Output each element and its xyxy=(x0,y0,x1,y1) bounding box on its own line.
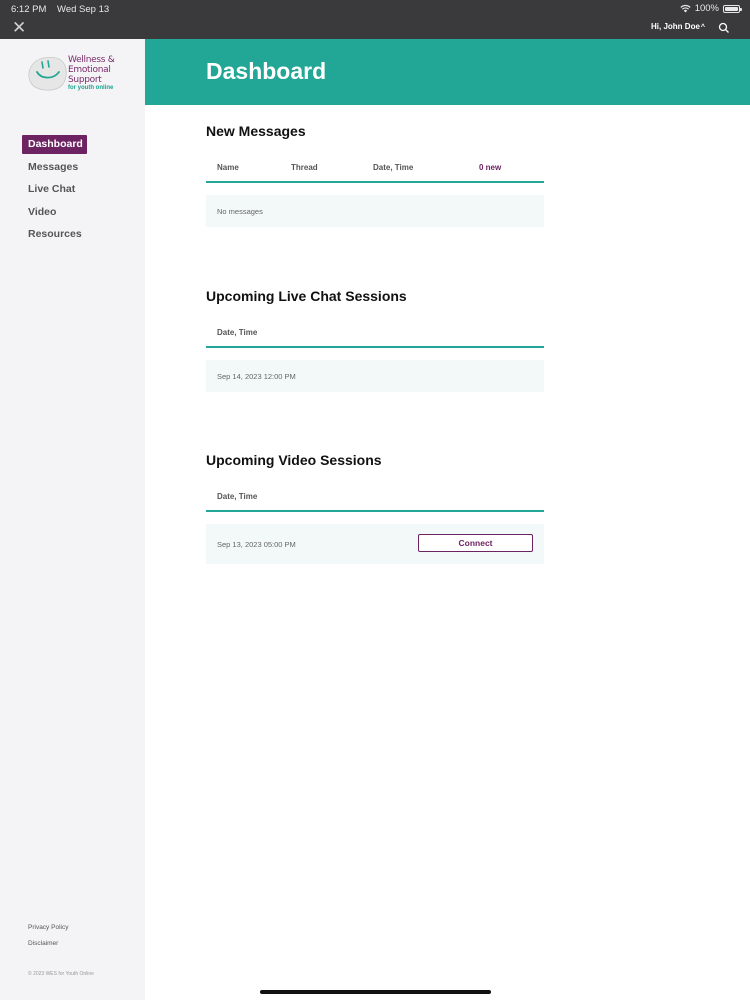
sidebar: Wellness & Emotional Support for youth o… xyxy=(0,39,145,1000)
table-row: Sep 13, 2023 05:00 PM Connect xyxy=(206,524,544,564)
column-header-date-time: Date, Time xyxy=(373,163,414,172)
messages-table-header: Name Thread Date, Time 0 new xyxy=(206,149,544,183)
close-icon[interactable]: ✕ xyxy=(12,19,26,37)
sidebar-item-resources[interactable]: Resources xyxy=(22,225,87,248)
live-chat-table-header: Date, Time xyxy=(206,314,544,348)
video-sessions-section: Upcoming Video Sessions Date, Time Sep 1… xyxy=(206,452,544,564)
session-datetime: Sep 14, 2023 12:00 PM xyxy=(217,372,296,381)
smiley-logo-icon xyxy=(28,57,67,91)
logo-line-2: Emotional xyxy=(68,65,111,75)
column-header-date-time: Date, Time xyxy=(217,328,258,337)
new-count-badge: 0 new xyxy=(479,163,502,172)
sidebar-item-video[interactable]: Video xyxy=(22,203,87,226)
sidebar-item-dashboard[interactable]: Dashboard xyxy=(22,135,87,154)
disclaimer-link[interactable]: Disclaimer xyxy=(28,940,68,956)
search-icon[interactable] xyxy=(718,22,730,34)
column-header-thread: Thread xyxy=(291,163,318,172)
app-top-bar: ✕ Hi, John Doe^ xyxy=(0,18,750,39)
video-table-header: Date, Time xyxy=(206,478,544,512)
sidebar-item-live-chat[interactable]: Live Chat xyxy=(22,180,87,203)
new-messages-section: New Messages Name Thread Date, Time 0 ne… xyxy=(206,123,544,227)
sidebar-nav: Dashboard Messages Live Chat Video Resou… xyxy=(22,135,87,248)
section-title: Upcoming Live Chat Sessions xyxy=(206,288,407,304)
connect-button[interactable]: Connect xyxy=(418,534,533,552)
table-row: Sep 14, 2023 12:00 PM xyxy=(206,360,544,392)
live-chat-sessions-section: Upcoming Live Chat Sessions Date, Time S… xyxy=(206,288,544,392)
logo-tagline: for youth online xyxy=(68,85,114,91)
sidebar-footer-links: Privacy Policy Disclaimer xyxy=(28,924,68,956)
status-date: Wed Sep 13 xyxy=(57,4,110,15)
messages-empty-row: No messages xyxy=(206,195,544,227)
status-bar: 6:12 PM Wed Sep 13 100% xyxy=(0,0,750,18)
session-datetime: Sep 13, 2023 05:00 PM xyxy=(217,540,296,549)
sidebar-item-messages[interactable]: Messages xyxy=(22,158,87,181)
column-header-name: Name xyxy=(217,163,239,172)
logo-line-1: Wellness & xyxy=(68,55,115,65)
page-title: Dashboard xyxy=(206,58,327,84)
user-greeting: Hi, John Doe xyxy=(651,22,700,31)
page-header: Dashboard xyxy=(145,39,750,105)
privacy-policy-link[interactable]: Privacy Policy xyxy=(28,924,68,940)
status-time: 6:12 PM xyxy=(11,4,47,15)
empty-text: No messages xyxy=(217,207,263,216)
home-indicator[interactable] xyxy=(260,990,491,994)
battery-fill xyxy=(725,6,738,11)
battery-percent: 100% xyxy=(694,3,719,14)
battery-icon xyxy=(723,4,742,13)
section-title: New Messages xyxy=(206,123,306,139)
section-title: Upcoming Video Sessions xyxy=(206,452,382,468)
logo-line-3: Support xyxy=(68,75,102,85)
copyright-text: © 2023 WES for Youth Online xyxy=(28,971,94,977)
wifi-icon xyxy=(680,4,691,13)
chevron-up-icon: ^ xyxy=(700,24,705,31)
column-header-date-time: Date, Time xyxy=(217,492,258,501)
wes-logo[interactable]: Wellness & Emotional Support for youth o… xyxy=(28,55,118,97)
user-menu[interactable]: Hi, John Doe^ xyxy=(651,22,705,31)
